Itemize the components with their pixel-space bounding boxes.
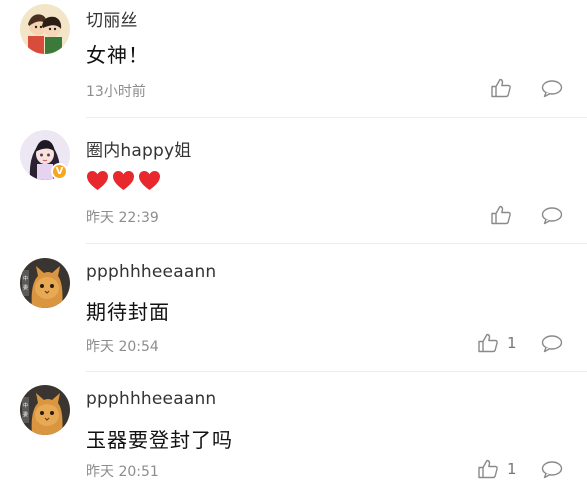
avatar[interactable]: 中 委 <box>20 258 70 308</box>
red-heart-icon <box>113 170 134 191</box>
thumbs-up-icon <box>478 333 498 353</box>
heart-emoji-group <box>86 170 161 191</box>
comment-text: 女神！ <box>86 43 149 67</box>
red-heart-icon <box>87 170 108 191</box>
reply-button[interactable] <box>541 206 563 229</box>
thumbs-up-icon <box>491 78 511 98</box>
like-count: 1 <box>507 334 517 352</box>
comment-item: V 圈内happy姐 昨天 22:39 <box>0 118 587 244</box>
comment-timestamp: 昨天 20:54 <box>86 339 159 355</box>
comment-username[interactable]: 切丽丝 <box>86 6 138 31</box>
comment-bubble-icon <box>541 80 563 98</box>
comment-item: 切丽丝 女神！ 13小时前 <box>0 0 587 118</box>
comment-item: 中 委 ppphhheeaann 玉器要登封了吗 昨天 20:51 1 <box>0 372 587 485</box>
svg-text:中: 中 <box>23 275 28 282</box>
comment-timestamp: 昨天 20:51 <box>86 464 159 480</box>
like-button[interactable] <box>490 78 520 98</box>
reply-button[interactable] <box>541 334 563 357</box>
reply-button[interactable] <box>541 460 563 483</box>
comment-bubble-icon <box>541 335 563 353</box>
verified-badge: V <box>51 163 68 180</box>
like-button[interactable] <box>490 205 520 225</box>
comment-bubble-icon <box>541 207 563 225</box>
orange-cat-avatar-icon: 中 委 <box>20 258 70 308</box>
avatar[interactable]: 中 委 <box>20 385 70 435</box>
like-button[interactable]: 1 <box>477 333 517 353</box>
avatar[interactable] <box>20 4 70 54</box>
thumbs-up-icon <box>491 205 511 225</box>
comment-username[interactable]: ppphhheeaann <box>86 389 216 409</box>
thumbs-up-icon <box>478 459 498 479</box>
reply-button[interactable] <box>541 79 563 102</box>
comment-username[interactable]: 圈内happy姐 <box>86 136 191 161</box>
svg-text:委: 委 <box>23 284 28 291</box>
comment-bubble-icon <box>541 461 563 479</box>
like-button[interactable]: 1 <box>477 459 517 479</box>
couple-cartoon-avatar-icon <box>20 4 70 54</box>
comment-timestamp: 昨天 22:39 <box>86 210 159 226</box>
orange-cat-avatar-icon: 中 委 <box>20 385 70 435</box>
svg-text:中: 中 <box>23 402 28 409</box>
comment-timestamp: 13小时前 <box>86 84 146 100</box>
like-count: 1 <box>507 460 517 478</box>
comment-username[interactable]: ppphhheeaann <box>86 262 216 282</box>
comment-text <box>86 170 161 191</box>
comment-text: 期待封面 <box>86 300 170 324</box>
comment-item: 中 委 ppphhheeaann 期待封面 昨天 20:54 1 <box>0 244 587 372</box>
comment-text: 玉器要登封了吗 <box>86 428 233 452</box>
svg-text:委: 委 <box>23 411 28 418</box>
red-heart-icon <box>139 170 160 191</box>
